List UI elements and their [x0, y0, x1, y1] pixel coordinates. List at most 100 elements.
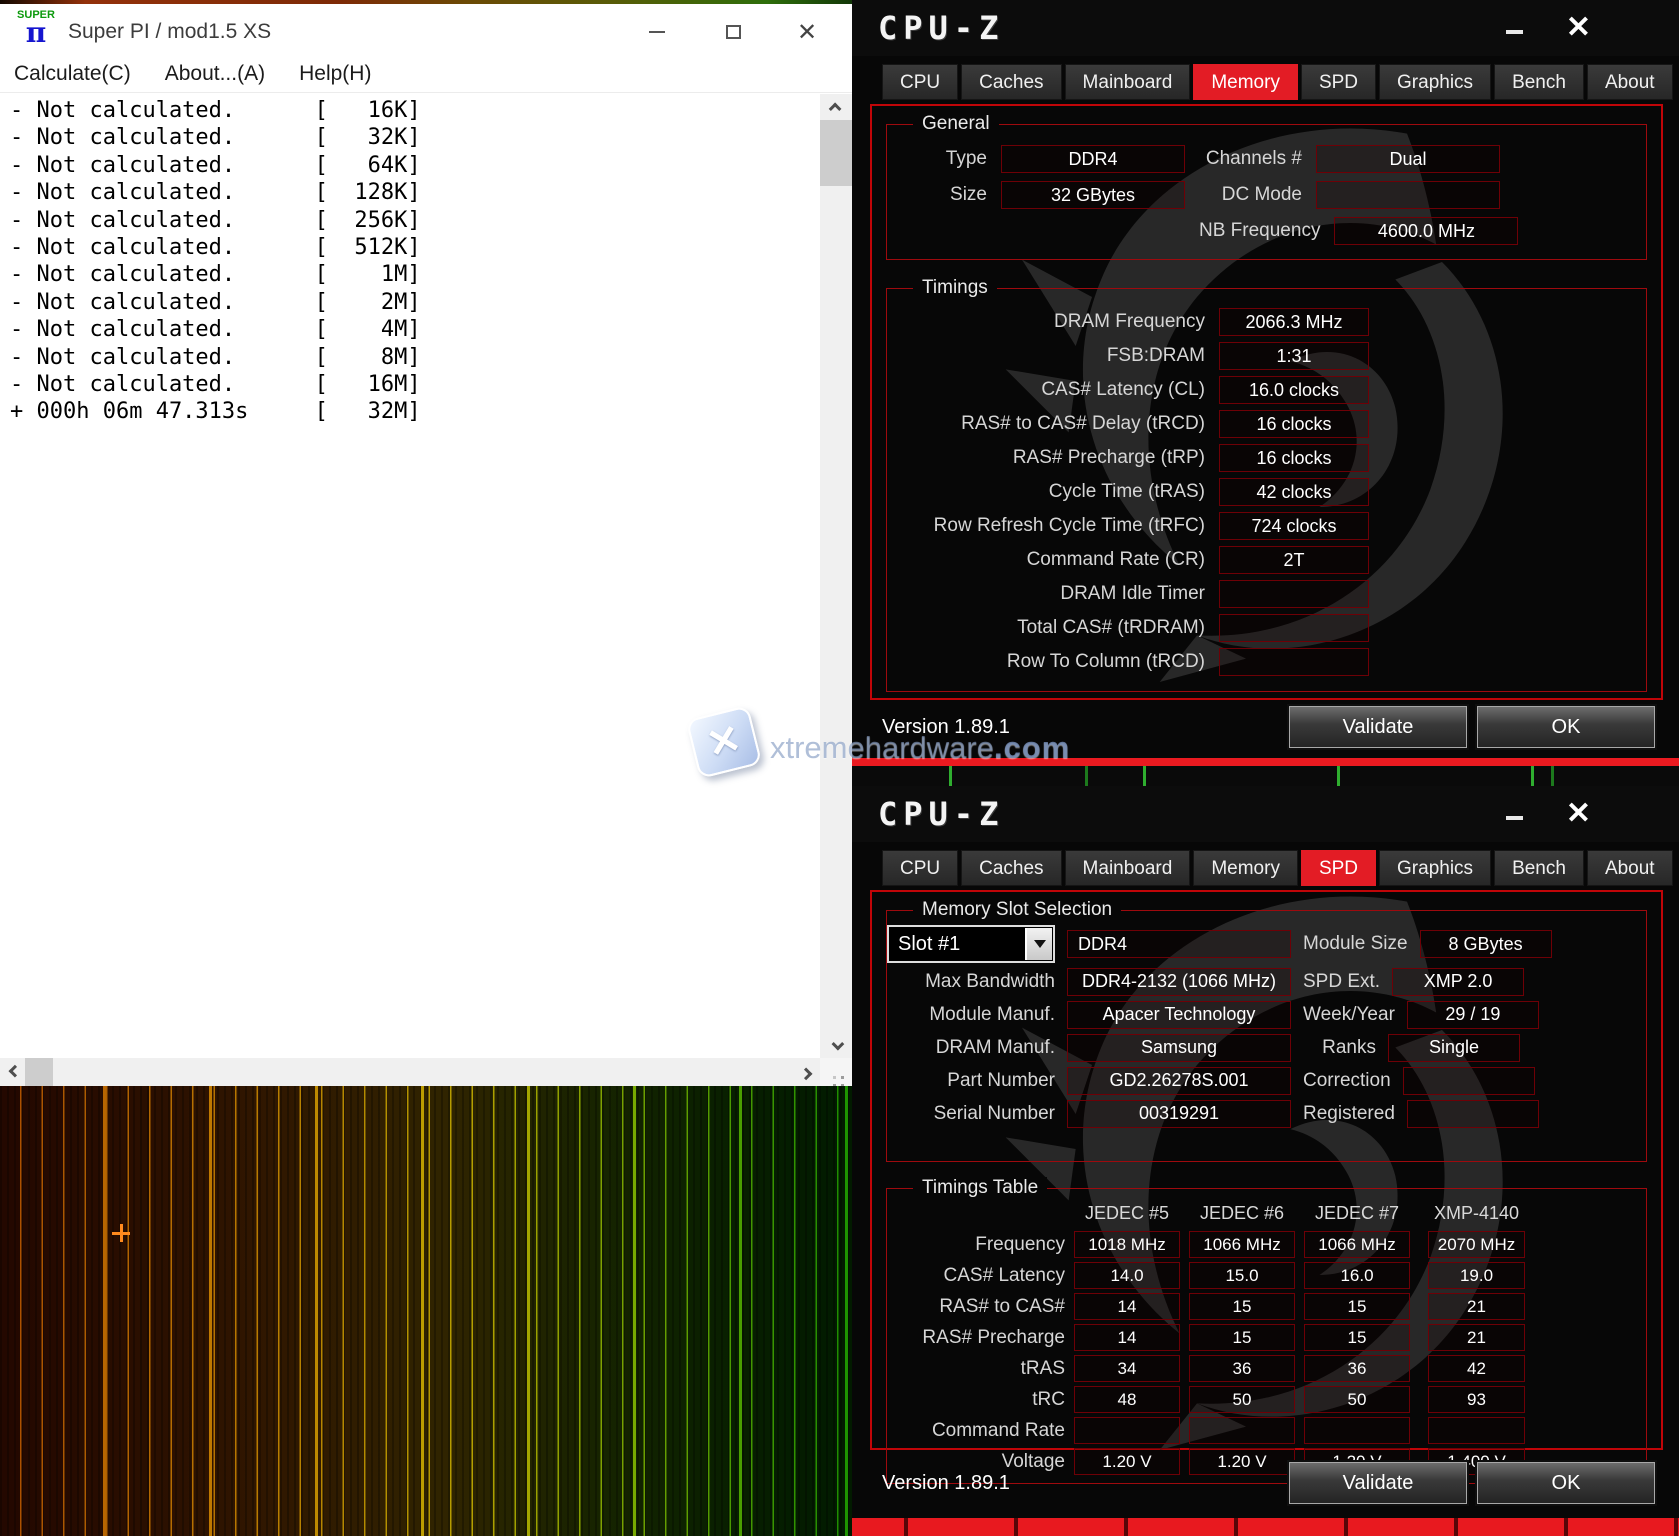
- right-panel: CPU-Z ✕ CPU Caches Mainboard Memory SPD …: [852, 0, 1679, 1536]
- tab-bench[interactable]: Bench: [1494, 64, 1584, 100]
- chevron-down-icon: [1034, 940, 1046, 948]
- timing-value: 16 clocks: [1219, 410, 1369, 438]
- slot-select-dropdown[interactable]: Slot #1: [887, 925, 1055, 963]
- superpi-result-line: - Not calculated. [ 256K]: [10, 207, 780, 234]
- tab-spd[interactable]: SPD: [1301, 64, 1376, 100]
- dram-manuf-label: DRAM Manuf.: [887, 1037, 1055, 1059]
- week-year-label: Week/Year: [1303, 1004, 1395, 1026]
- cpuz-titlebar[interactable]: CPU-Z ✕: [852, 0, 1679, 56]
- validate-button[interactable]: Validate: [1289, 706, 1467, 748]
- timings-table-rows: Frequency 1018 MHz 1066 MHz 1066 MHz 207…: [887, 1229, 1646, 1477]
- tab-cpu[interactable]: CPU: [882, 64, 958, 100]
- tab-caches[interactable]: Caches: [961, 64, 1061, 100]
- timing-row: Command Rate (CR) 2T: [887, 543, 1646, 577]
- minimize-button[interactable]: [1506, 30, 1523, 34]
- module-manuf-label: Module Manuf.: [887, 1004, 1055, 1026]
- tab-bench[interactable]: Bench: [1494, 850, 1584, 886]
- table-row: CAS# Latency 14.0 15.0 16.0 19.0: [887, 1260, 1646, 1291]
- dc-mode-label: DC Mode: [1199, 184, 1302, 206]
- jedec5-value: [1074, 1417, 1180, 1444]
- jedec6-value: 15.0: [1189, 1262, 1295, 1289]
- timing-row: CAS# Latency (CL) 16.0 clocks: [887, 373, 1646, 407]
- minimize-button[interactable]: [1506, 816, 1523, 820]
- tab-mainboard[interactable]: Mainboard: [1065, 850, 1191, 886]
- table-row: tRC 48 50 50 93: [887, 1384, 1646, 1415]
- timing-value: [1219, 648, 1369, 676]
- registered-value: [1407, 1100, 1539, 1128]
- timings-group-label: Timings: [913, 277, 997, 299]
- superpi-result-line: - Not calculated. [ 16K]: [10, 97, 780, 124]
- vertical-scrollbar[interactable]: [820, 94, 852, 1058]
- serial-number-value: 00319291: [1067, 1100, 1291, 1128]
- tab-memory[interactable]: Memory: [1193, 64, 1298, 100]
- scroll-left-icon[interactable]: [0, 1058, 26, 1086]
- resize-grip[interactable]: [820, 1058, 852, 1086]
- timing-value: [1219, 580, 1369, 608]
- table-row: RAS# to CAS# 14 15 15 21: [887, 1291, 1646, 1322]
- timing-label: RAS# Precharge (tRP): [887, 447, 1205, 469]
- close-icon[interactable]: ✕: [784, 16, 830, 48]
- cpuz-titlebar[interactable]: CPU-Z ✕: [852, 786, 1679, 842]
- part-number-value: GD2.26278S.001: [1067, 1067, 1291, 1095]
- size-label: Size: [887, 184, 987, 206]
- week-year-value: 29 / 19: [1407, 1001, 1539, 1029]
- horizontal-scrollbar[interactable]: [0, 1058, 820, 1086]
- timing-value: 1:31: [1219, 342, 1369, 370]
- scroll-up-icon[interactable]: [820, 94, 852, 120]
- scroll-down-icon[interactable]: [820, 1032, 852, 1058]
- col-jedec5: JEDEC #5: [1074, 1203, 1180, 1224]
- dc-mode-value: [1316, 181, 1500, 209]
- ok-button[interactable]: OK: [1477, 1462, 1655, 1504]
- timing-row: RAS# to CAS# Delay (tRCD) 16 clocks: [887, 407, 1646, 441]
- ok-button[interactable]: OK: [1477, 706, 1655, 748]
- timing-value: 16.0 clocks: [1219, 376, 1369, 404]
- maximize-button[interactable]: [710, 16, 756, 48]
- xmp-value: 19.0: [1428, 1262, 1525, 1289]
- vertical-scroll-thumb[interactable]: [820, 120, 852, 186]
- menu-about[interactable]: About...(A): [165, 62, 265, 86]
- superpi-result-line: - Not calculated. [ 128K]: [10, 179, 780, 206]
- timing-value: 16 clocks: [1219, 444, 1369, 472]
- dropdown-button[interactable]: [1025, 928, 1052, 960]
- superpi-result-line: - Not calculated. [ 4M]: [10, 316, 780, 343]
- close-icon[interactable]: ✕: [1566, 796, 1591, 832]
- superpi-window: SUPER π Super PI / mod1.5 XS ✕ Calculate…: [0, 0, 852, 1086]
- horizontal-scroll-thumb[interactable]: [25, 1058, 53, 1086]
- tab-cpu[interactable]: CPU: [882, 850, 958, 886]
- close-icon[interactable]: ✕: [1566, 10, 1591, 46]
- tab-graphics[interactable]: Graphics: [1379, 64, 1491, 100]
- timing-row: Cycle Time (tRAS) 42 clocks: [887, 475, 1646, 509]
- minimize-button[interactable]: [634, 16, 680, 48]
- channels-label: Channels #: [1199, 148, 1302, 170]
- timings-group: Timings DRAM Frequency 2066.3 MHz FSB:DR…: [886, 288, 1647, 692]
- tab-spd[interactable]: SPD: [1301, 850, 1376, 886]
- xmp-value: [1428, 1417, 1525, 1444]
- validate-button[interactable]: Validate: [1289, 1462, 1467, 1504]
- jedec6-value: 50: [1189, 1386, 1295, 1413]
- jedec7-value: 50: [1304, 1386, 1410, 1413]
- menu-calculate[interactable]: Calculate(C): [14, 62, 131, 86]
- superpi-icon-pi: π: [14, 19, 58, 47]
- version-text: Version 1.89.1: [882, 716, 1010, 739]
- superpi-results: - Not calculated. [ 16K] - Not calculate…: [10, 97, 780, 426]
- superpi-titlebar[interactable]: SUPER π Super PI / mod1.5 XS ✕: [0, 4, 852, 56]
- ddr-type-value: DDR4: [1067, 930, 1291, 958]
- tab-about[interactable]: About: [1587, 850, 1673, 886]
- tab-caches[interactable]: Caches: [961, 850, 1061, 886]
- menu-help[interactable]: Help(H): [299, 62, 371, 86]
- scroll-right-icon[interactable]: [794, 1058, 820, 1086]
- tab-mainboard[interactable]: Mainboard: [1065, 64, 1191, 100]
- memory-tab-content: General Type DDR4 Channels # Dual Size 3…: [870, 104, 1663, 700]
- tab-memory[interactable]: Memory: [1193, 850, 1298, 886]
- tab-about[interactable]: About: [1587, 64, 1673, 100]
- red-strip: [852, 758, 1679, 766]
- timing-label: Command Rate (CR): [887, 549, 1205, 571]
- jedec7-value: 15: [1304, 1324, 1410, 1351]
- row-label: tRAS: [887, 1358, 1065, 1380]
- timing-value: 2T: [1219, 546, 1369, 574]
- correction-label: Correction: [1303, 1070, 1391, 1092]
- jedec5-value: 34: [1074, 1355, 1180, 1382]
- tab-graphics[interactable]: Graphics: [1379, 850, 1491, 886]
- col-jedec6: JEDEC #6: [1189, 1203, 1295, 1224]
- superpi-result-line: + 000h 06m 47.313s [ 32M]: [10, 398, 780, 425]
